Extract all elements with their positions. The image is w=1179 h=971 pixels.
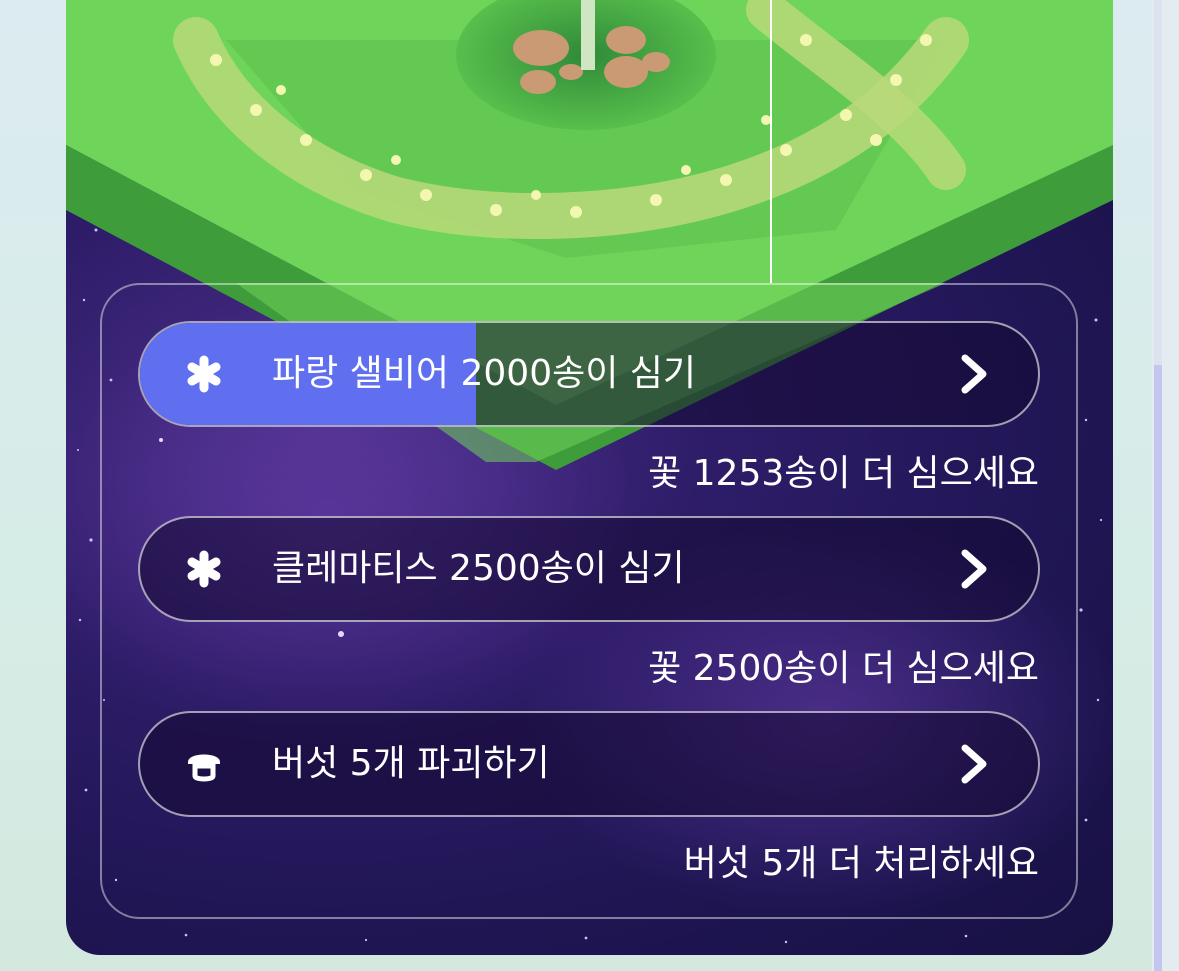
quest-row-blue-salvia[interactable]: 파랑 샐비어 2000송이 심기 <box>138 321 1040 427</box>
quest-row-clematis[interactable]: 클레마티스 2500송이 심기 <box>138 516 1040 622</box>
quest-hint: 버섯 5개 더 처리하세요 <box>683 843 1039 884</box>
mushroom-icon <box>180 713 228 815</box>
quest-label: 버섯 5개 파괴하기 <box>272 743 550 784</box>
quest-hint: 꽃 2500송이 더 심으세요 <box>648 648 1039 689</box>
chevron-right-icon[interactable] <box>954 518 994 620</box>
garden-card: 파랑 샐비어 2000송이 심기 꽃 1253송이 더 심으세요 클레마티스 2… <box>66 0 1113 955</box>
quest-label: 클레마티스 2500송이 심기 <box>272 548 685 589</box>
chevron-right-icon[interactable] <box>954 323 994 425</box>
quest-row-mushroom[interactable]: 버섯 5개 파괴하기 <box>138 711 1040 817</box>
quest-hint: 꽃 1253송이 더 심으세요 <box>648 453 1039 494</box>
scrollbar-thumb[interactable] <box>1154 365 1162 971</box>
quest-label: 파랑 샐비어 2000송이 심기 <box>272 353 697 394</box>
asterisk-flower-icon <box>180 323 228 425</box>
asterisk-flower-icon <box>180 518 228 620</box>
chevron-right-icon[interactable] <box>954 713 994 815</box>
